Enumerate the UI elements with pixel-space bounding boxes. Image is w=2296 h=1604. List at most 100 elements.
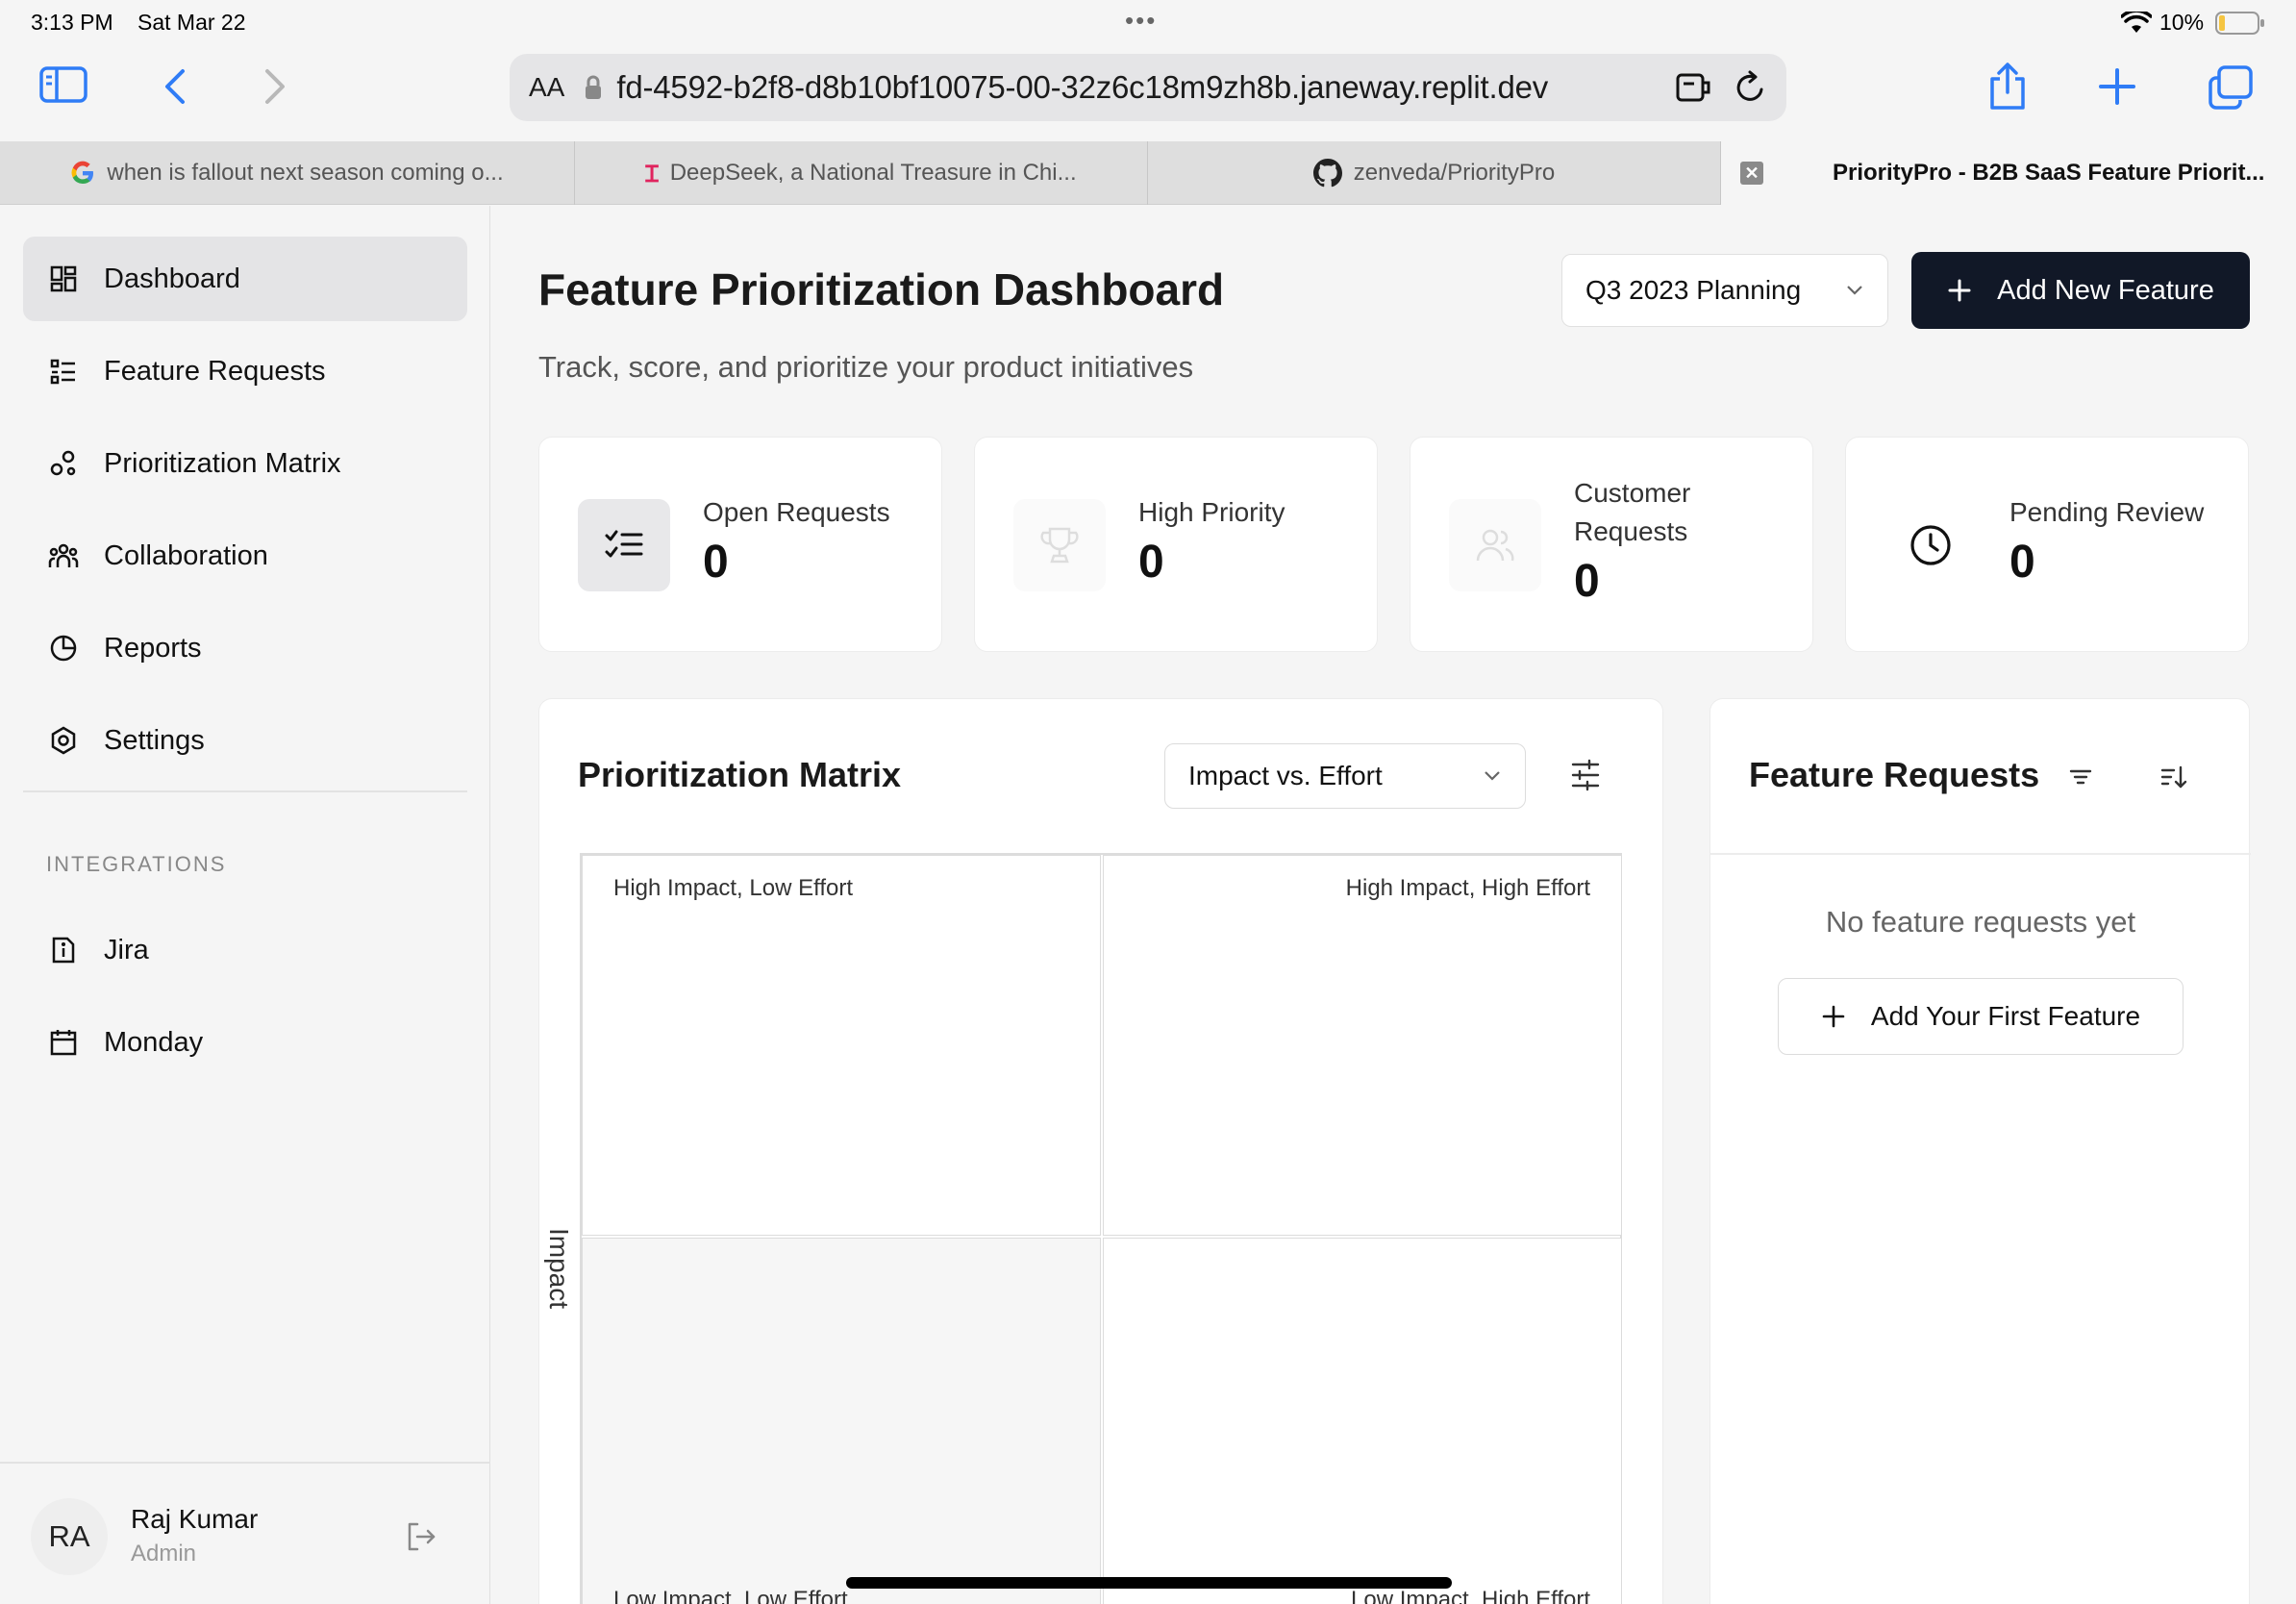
home-indicator[interactable] xyxy=(846,1577,1452,1589)
prioritization-matrix-card: Prioritization Matrix Impact vs. Effort … xyxy=(538,698,1663,1604)
quadrant-high-impact-high-effort[interactable]: High Impact, High Effort xyxy=(1103,855,1622,1236)
sliders-icon[interactable] xyxy=(1570,759,1601,791)
status-time: 3:13 PM xyxy=(31,10,113,35)
sidebar-item-feature-requests[interactable]: Feature Requests xyxy=(23,329,467,414)
period-select-value: Q3 2023 Planning xyxy=(1585,275,1802,305)
sidebar-toggle-icon[interactable] xyxy=(38,63,88,106)
settings-icon xyxy=(48,725,79,756)
filter-icon[interactable] xyxy=(2066,763,2095,791)
quadrant-label: High Impact, Low Effort xyxy=(613,875,853,901)
quadrant-label: High Impact, High Effort xyxy=(1345,875,1590,901)
tab-google-search[interactable]: when is fallout next season coming o... xyxy=(0,141,575,205)
sidebar: Dashboard Feature Requests Prioritizatio… xyxy=(0,206,490,1604)
sidebar-item-dashboard[interactable]: Dashboard xyxy=(23,237,467,321)
sidebar-item-label: Jira xyxy=(104,934,149,965)
matrix-grid[interactable]: High Impact, Low Effort High Impact, Hig… xyxy=(580,853,1622,1604)
stat-card-open-requests: Open Requests 0 xyxy=(538,437,942,652)
stat-value: 0 xyxy=(2009,537,2035,588)
pie-chart-icon xyxy=(48,633,79,664)
sort-icon[interactable] xyxy=(2159,763,2187,791)
quadrant-high-impact-low-effort[interactable]: High Impact, Low Effort xyxy=(582,855,1101,1236)
close-tab-icon[interactable]: ✕ xyxy=(1740,162,1763,185)
page-subtitle: Track, score, and prioritize your produc… xyxy=(538,350,1194,384)
stat-value: 0 xyxy=(1138,537,1164,588)
share-icon[interactable] xyxy=(1986,62,2029,112)
matrix-icon xyxy=(48,448,79,479)
tab-deepseek-article[interactable]: Ɪ DeepSeek, a National Treasure in Chi..… xyxy=(575,141,1148,205)
google-icon xyxy=(70,161,95,186)
quadrant-low-impact-low-effort[interactable]: Low Impact, Low Effort xyxy=(582,1238,1101,1604)
calendar-icon xyxy=(48,1027,79,1058)
tab-prioritypro[interactable]: ✕ PriorityPro - B2B SaaS Feature Priorit… xyxy=(1721,141,2296,205)
back-icon[interactable] xyxy=(162,67,188,106)
trophy-icon xyxy=(1013,499,1106,591)
stat-label: Pending Review xyxy=(2009,497,2205,527)
sidebar-item-label: Reports xyxy=(104,632,202,664)
avatar[interactable]: RA xyxy=(31,1498,108,1575)
wifi-icon xyxy=(2121,12,2152,35)
stat-value: 0 xyxy=(703,537,729,588)
tab-title: zenveda/PriorityPro xyxy=(1353,160,1556,186)
lock-icon xyxy=(584,74,603,101)
period-select[interactable]: Q3 2023 Planning xyxy=(1561,254,1888,327)
tab-bar: when is fallout next season coming o... … xyxy=(0,141,2296,205)
battery-icon xyxy=(2215,12,2265,35)
sidebar-item-label: Settings xyxy=(104,724,205,756)
stat-card-customer-requests: Customer Requests 0 xyxy=(1410,437,1813,652)
stat-card-high-priority: High Priority 0 xyxy=(974,437,1378,652)
sidebar-item-settings[interactable]: Settings xyxy=(23,698,467,783)
battery-percent: 10% xyxy=(2159,10,2205,35)
sidebar-item-label: Monday xyxy=(104,1026,204,1058)
tab-title: DeepSeek, a National Treasure in Chi... xyxy=(669,160,1077,186)
quadrant-low-impact-high-effort[interactable]: Low Impact, High Effort xyxy=(1103,1238,1622,1604)
forward-icon[interactable] xyxy=(262,67,288,106)
quadrant-label: Low Impact, High Effort xyxy=(1351,1587,1590,1604)
tab-github[interactable]: zenveda/PriorityPro xyxy=(1148,141,1721,205)
plus-icon xyxy=(1947,278,1972,303)
stat-label: High Priority xyxy=(1138,497,1285,527)
address-bar[interactable]: AA fd-4592-b2f8-d8b10bf10075-00-32z6c18m… xyxy=(510,54,1786,121)
card-divider xyxy=(1710,853,2251,855)
matrix-mode-value: Impact vs. Effort xyxy=(1188,761,1383,790)
status-date: Sat Mar 22 xyxy=(137,10,246,35)
sidebar-divider xyxy=(23,790,467,792)
reload-icon[interactable] xyxy=(1734,70,1767,105)
extension-icon[interactable] xyxy=(1675,70,1713,105)
add-new-feature-button[interactable]: Add New Feature xyxy=(1911,252,2250,329)
url-text[interactable]: fd-4592-b2f8-d8b10bf10075-00-32z6c18m9zh… xyxy=(616,69,1665,106)
sidebar-item-monday[interactable]: Monday xyxy=(23,1000,467,1085)
sidebar-divider xyxy=(0,1462,490,1464)
add-new-feature-label: Add New Feature xyxy=(1997,274,2214,306)
stat-value: 0 xyxy=(1574,556,1600,607)
add-first-feature-button[interactable]: Add Your First Feature xyxy=(1778,978,2184,1055)
checklist-icon xyxy=(578,499,670,591)
user-role: Admin xyxy=(131,1541,197,1566)
github-icon xyxy=(1312,159,1342,188)
sidebar-item-label: Dashboard xyxy=(104,263,240,294)
sidebar-item-reports[interactable]: Reports xyxy=(23,606,467,690)
news-icon: Ɪ xyxy=(645,161,659,188)
matrix-mode-select[interactable]: Impact vs. Effort xyxy=(1164,743,1526,809)
sidebar-item-prioritization-matrix[interactable]: Prioritization Matrix xyxy=(23,421,467,506)
users-icon xyxy=(1449,499,1541,591)
multitask-dots-icon[interactable]: ••• xyxy=(1125,6,1157,36)
feature-requests-title: Feature Requests xyxy=(1749,755,2040,794)
stat-label: Open Requests xyxy=(703,497,890,527)
logout-icon[interactable] xyxy=(404,1519,438,1554)
browser-toolbar: AA fd-4592-b2f8-d8b10bf10075-00-32z6c18m… xyxy=(0,46,2296,142)
list-icon xyxy=(48,356,79,387)
tab-title: when is fallout next season coming o... xyxy=(107,160,504,186)
page-title: Feature Prioritization Dashboard xyxy=(538,264,1225,314)
chevron-down-icon xyxy=(1845,285,1864,296)
tab-overview-icon[interactable] xyxy=(2208,65,2254,110)
sidebar-item-label: Collaboration xyxy=(104,539,268,571)
stat-card-pending-review: Pending Review 0 xyxy=(1845,437,2249,652)
integrations-heading: INTEGRATIONS xyxy=(46,852,227,876)
sidebar-item-collaboration[interactable]: Collaboration xyxy=(23,514,467,598)
clock-icon xyxy=(1884,499,1977,591)
add-first-feature-label: Add Your First Feature xyxy=(1870,1001,2141,1031)
sidebar-item-jira[interactable]: Jira xyxy=(23,908,467,992)
stat-label: Customer Requests xyxy=(1574,478,1691,546)
new-tab-icon[interactable] xyxy=(2098,67,2136,106)
text-size-button[interactable]: AA xyxy=(529,72,564,103)
